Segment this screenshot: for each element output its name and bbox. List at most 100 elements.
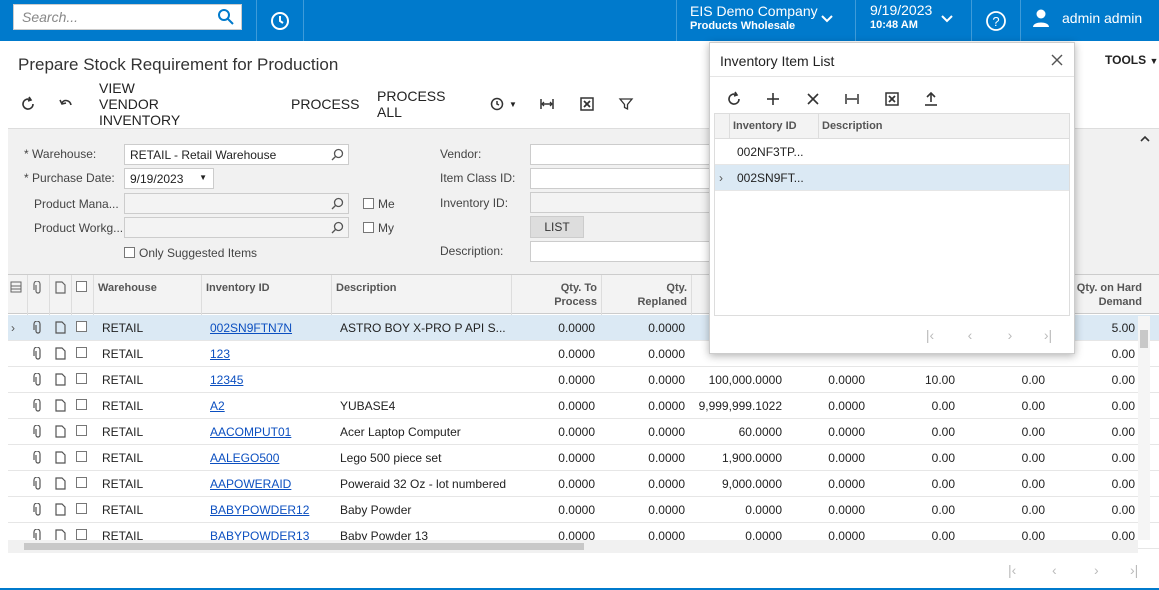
paperclip-icon[interactable] [33,347,43,360]
prev-page-button[interactable]: ‹ [1052,562,1057,578]
note-icon[interactable] [55,503,66,516]
search-icon[interactable] [331,221,344,234]
note-icon[interactable] [55,477,66,490]
caret-down-icon[interactable]: ▼ [199,173,207,182]
inventory-id-link[interactable]: 12345 [210,373,243,387]
table-row[interactable]: RETAIL AAPOWERAID Poweraid 32 Oz - lot num… [8,471,1159,497]
note-icon[interactable] [55,347,66,360]
inventory-id-cell[interactable]: A2 [210,393,330,419]
delete-button[interactable] [801,87,825,111]
row-checkbox[interactable] [76,373,87,384]
filter-button[interactable] [618,92,634,116]
process-all-button[interactable]: PROCESS ALL [377,88,445,120]
process-button[interactable]: PROCESS [291,92,359,116]
undo-button[interactable] [58,92,74,116]
vertical-scrollbar[interactable] [1138,316,1150,540]
global-search[interactable] [13,4,242,30]
refresh-button[interactable] [20,92,36,116]
paperclip-icon[interactable] [33,321,43,334]
paperclip-icon[interactable] [33,399,43,412]
next-page-button[interactable]: › [1094,562,1099,578]
me-checkbox[interactable] [363,198,374,209]
table-row[interactable]: RETAIL AALEGO500 Lego 500 piece set 0.0000 0… [8,445,1159,471]
column-warehouse[interactable]: Warehouse [94,275,202,315]
scroll-thumb[interactable] [24,543,584,550]
row-checkbox[interactable] [76,451,87,462]
fit-columns-button[interactable] [539,92,555,116]
chevron-down-icon[interactable] [940,14,954,24]
paperclip-icon[interactable] [33,425,43,438]
purchase-date-field[interactable]: 9/19/2023 ▼ [124,168,214,189]
column-description[interactable]: Description [822,120,883,132]
list-item[interactable]: › 002SN9FT... [715,165,1069,191]
export-excel-button[interactable] [579,92,595,116]
inventory-id-link[interactable]: AAPOWERAID [210,477,291,491]
search-icon[interactable] [331,197,344,210]
inventory-id-cell[interactable]: AACOMPUT01 [210,419,330,445]
search-icon[interactable] [217,8,235,26]
my-checkbox[interactable] [363,222,374,233]
vendor-selector[interactable] [530,144,710,165]
next-page-button[interactable]: › [998,323,1022,347]
list-button[interactable]: LIST [530,216,584,238]
row-checkbox[interactable] [76,347,87,358]
paperclip-icon[interactable] [33,373,43,386]
description-field[interactable] [530,241,710,262]
warehouse-selector[interactable]: RETAIL - Retail Warehouse [124,144,349,165]
note-icon[interactable] [55,373,66,386]
inventory-id-link[interactable]: A2 [210,399,225,413]
help-button[interactable]: ? [972,0,1020,41]
row-selector-header[interactable] [8,275,28,315]
row-checkbox[interactable] [76,399,87,410]
only-suggested-checkbox[interactable] [124,247,135,258]
export-excel-button[interactable] [880,87,904,111]
inventory-id-cell[interactable]: 123 [210,341,330,367]
inventory-id-cell[interactable]: AAPOWERAID [210,471,330,497]
inventory-id-cell[interactable]: AALEGO500 [210,445,330,471]
tools-menu[interactable]: TOOLS ▼ [1105,53,1158,67]
column-inventory-id[interactable]: Inventory ID [733,120,797,132]
table-row[interactable]: RETAIL 12345 0.0000 0.0000 100,000.0000 0.000… [8,367,1159,393]
fit-columns-button[interactable] [840,87,864,111]
inventory-id-cell[interactable]: 002SN9FTN7N [210,315,330,341]
chevron-down-icon[interactable] [820,14,834,24]
paperclip-icon[interactable] [33,477,43,490]
company-switcher[interactable]: EIS Demo Company Products Wholesale [690,3,818,32]
paperclip-icon[interactable] [33,451,43,464]
inventory-id-cell[interactable]: BABYPOWDER12 [210,497,330,523]
note-icon[interactable] [55,451,66,464]
close-icon[interactable] [1050,53,1064,67]
prev-page-button[interactable]: ‹ [958,323,982,347]
inventory-id-link[interactable]: AACOMPUT01 [210,425,291,439]
paperclip-icon[interactable] [33,503,43,516]
row-checkbox[interactable] [76,529,87,540]
collapse-icon[interactable] [1139,134,1151,144]
table-row[interactable]: RETAIL AACOMPUT01 Acer Laptop Computer 0.00… [8,419,1159,445]
horizontal-scrollbar[interactable] [8,540,1138,553]
row-checkbox[interactable] [76,321,87,332]
column-description[interactable]: Description [332,275,512,315]
last-page-button[interactable]: ›| [1036,323,1060,347]
select-all-checkbox[interactable] [76,281,87,292]
table-row[interactable]: RETAIL A2 YUBASE4 0.0000 0.0000 9,999,999.102… [8,393,1159,419]
inventory-id-link[interactable]: 123 [210,347,230,361]
column-qty-to-process[interactable]: Qty. To Process [512,275,602,315]
item-class-selector[interactable] [530,168,710,189]
history-button[interactable] [257,0,303,41]
add-button[interactable] [761,87,785,111]
schedule-button[interactable]: ▼ [489,92,517,116]
scroll-thumb[interactable] [1140,330,1148,348]
row-checkbox[interactable] [76,503,87,514]
inventory-id-field[interactable] [530,192,710,213]
refresh-button[interactable] [722,87,746,111]
last-page-button[interactable]: ›| [1130,562,1138,578]
list-item[interactable]: 002NF3TP... [715,139,1069,165]
column-qty-replaned[interactable]: Qty. Replaned [602,275,692,315]
first-page-button[interactable]: |‹ [1008,562,1016,578]
column-inventory-id[interactable]: Inventory ID [202,275,332,315]
inventory-id-link[interactable]: BABYPOWDER12 [210,503,309,517]
inventory-id-link[interactable]: 002SN9FTN7N [210,321,292,335]
inventory-id-cell[interactable]: 12345 [210,367,330,393]
row-checkbox[interactable] [76,425,87,436]
select-all-header[interactable] [72,275,94,315]
